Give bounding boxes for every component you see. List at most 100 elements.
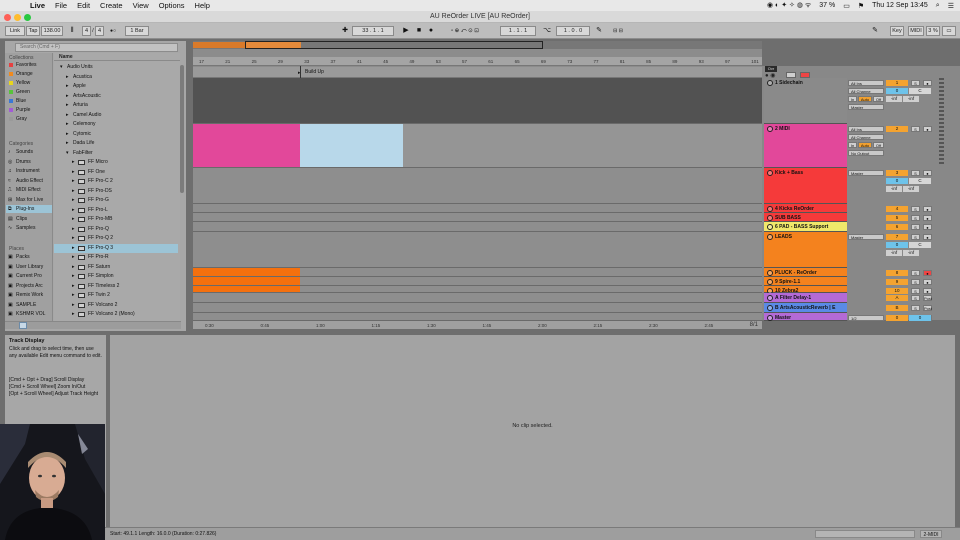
audio-to-menu[interactable]: Master	[848, 170, 884, 176]
browser-item[interactable]: ▸ FF Pro-Q 2	[54, 234, 178, 243]
browser-item[interactable]: ▸ FF Pro-MB	[54, 215, 178, 224]
browser-item[interactable]: ▸ FF One	[54, 168, 178, 177]
browser-item[interactable]: ▸ Dada Life	[54, 139, 178, 148]
key-map-button[interactable]: Key	[890, 26, 904, 36]
disclosure-closed-icon[interactable]: ▸	[66, 120, 69, 129]
browser-item[interactable]: ▸ ArtsAcoustic	[54, 92, 178, 101]
browser-item[interactable]: ▸ FF Pro-L	[54, 206, 178, 215]
track-fold-icon[interactable]	[767, 234, 773, 240]
track-fold-icon[interactable]	[767, 305, 773, 311]
menu-help[interactable]: Help	[195, 1, 210, 10]
input-channel-menu[interactable]: All Channe	[848, 88, 884, 94]
category-plug-ins[interactable]: ⧉ Plug-Ins	[6, 205, 52, 213]
disclosure-closed-icon[interactable]: ▸	[72, 282, 75, 291]
browser-item[interactable]: ▸ Camel Audio	[54, 111, 178, 120]
track-activator[interactable]: A	[886, 295, 908, 301]
menu-live[interactable]: Live	[30, 1, 45, 10]
track-name[interactable]: SUB BASS	[775, 215, 801, 221]
track-lane[interactable]	[193, 293, 762, 303]
flag-icon[interactable]: ⚑	[858, 2, 864, 10]
track-fold-icon[interactable]	[767, 126, 773, 132]
track-header[interactable]: Kick + Bass	[764, 168, 847, 204]
clip[interactable]	[193, 277, 300, 285]
category-samples[interactable]: ∿ Samples	[6, 224, 52, 232]
browser-search-input[interactable]: Search (Cmd + F)	[15, 43, 178, 52]
track-header[interactable]: 1 Sidechain	[764, 78, 847, 124]
disclosure-closed-icon[interactable]: ▸	[66, 82, 69, 91]
track-fold-icon[interactable]	[767, 170, 773, 176]
browser-name-column-header[interactable]: Name	[54, 53, 180, 61]
place-projects-arc[interactable]: ▣ Projects Arc	[6, 282, 52, 290]
track-name[interactable]: Master	[775, 315, 791, 321]
track-lane[interactable]	[193, 124, 762, 168]
track-header[interactable]: Master	[764, 313, 847, 321]
arm-button[interactable]: ●	[923, 224, 932, 230]
disclosure-closed-icon[interactable]: ▸	[72, 206, 75, 215]
time-signature-numerator[interactable]: 4	[82, 26, 91, 36]
menu-create[interactable]: Create	[100, 1, 123, 10]
locator-build-up[interactable]: Build Up	[305, 69, 324, 75]
menu-edit[interactable]: Edit	[77, 1, 90, 10]
disclosure-closed-icon[interactable]: ▸	[72, 177, 75, 186]
monitor-off-button[interactable]: Off	[873, 142, 884, 148]
browser-item[interactable]: ▸ FF Twin 2	[54, 291, 178, 300]
audio-to-menu[interactable]: No Output	[848, 150, 884, 156]
track-lane[interactable]	[193, 277, 762, 286]
disclosure-closed-icon[interactable]: ▸	[72, 263, 75, 272]
solo-button[interactable]: S	[911, 170, 920, 176]
menu-view[interactable]: View	[133, 1, 149, 10]
audio-from-menu[interactable]: All Ins	[848, 126, 884, 132]
track-scrollbar[interactable]	[939, 78, 944, 166]
arm-button[interactable]: Post	[923, 305, 932, 311]
arm-button[interactable]: Post	[923, 295, 932, 301]
place-current-pro[interactable]: ▣ Current Pro	[6, 272, 52, 280]
disclosure-closed-icon[interactable]: ▸	[72, 234, 75, 243]
send-b-field[interactable]: -inf	[903, 250, 919, 256]
solo-button[interactable]: S	[911, 279, 920, 285]
collection-item-blue[interactable]: Blue	[6, 97, 52, 105]
arm-button[interactable]: ●	[923, 215, 932, 221]
loop-length-field[interactable]: 1 . 0 . 0	[556, 26, 590, 36]
tempo-field[interactable]: 138.00	[41, 26, 63, 36]
detail-view[interactable]: No clip selected.	[110, 335, 955, 528]
link-button[interactable]: Link	[5, 26, 25, 36]
audio-from-menu[interactable]: All Ins	[848, 80, 884, 86]
tempo-nudge-icon[interactable]: ⦀	[66, 26, 78, 36]
disclosure-open-icon[interactable]: ▾	[66, 149, 69, 158]
category-max-for-live[interactable]: ⊞ Max for Live	[6, 196, 52, 204]
send-b-field[interactable]: -inf	[903, 186, 919, 192]
clip[interactable]	[193, 78, 762, 123]
send-a-field[interactable]: -inf	[886, 96, 902, 102]
metronome-icon[interactable]: ●○	[106, 26, 120, 36]
track-name[interactable]: B ArtsAcousticReverb | E	[775, 305, 835, 311]
track-name[interactable]: PLUCK - ReOrder	[775, 270, 817, 276]
track-activator[interactable]: B	[886, 305, 908, 311]
disclosure-closed-icon[interactable]: ▸	[72, 272, 75, 281]
search-icon[interactable]: ⌕	[936, 2, 940, 10]
collection-item-yellow[interactable]: Yellow	[6, 79, 52, 87]
disclosure-closed-icon[interactable]: ▸	[72, 215, 75, 224]
collection-item-favorites[interactable]: Favorites	[6, 61, 52, 69]
place-kshmr-vol[interactable]: ▣ KSHMR VOL	[6, 310, 52, 318]
track-fold-icon[interactable]	[767, 270, 773, 276]
track-lane[interactable]	[193, 268, 762, 277]
disclosure-open-icon[interactable]: ▾	[60, 63, 63, 72]
monitor-auto-button[interactable]: Auto	[858, 142, 872, 148]
arm-button[interactable]: ●	[923, 270, 932, 276]
disclosure-closed-icon[interactable]: ▸	[66, 111, 69, 120]
volume-field[interactable]: 0	[886, 242, 908, 248]
browser-item[interactable]: ▸ FF Pro-Q 3	[54, 243, 178, 253]
solo-button[interactable]: S	[911, 215, 920, 221]
pan-field[interactable]: C	[909, 242, 931, 248]
category-clips[interactable]: ▤ Clips	[6, 215, 52, 223]
solo-button[interactable]: S	[911, 295, 920, 301]
category-drums[interactable]: ◎ Drums	[6, 158, 52, 166]
overview-visible-region[interactable]	[245, 41, 543, 49]
arm-button[interactable]: ●	[923, 126, 932, 132]
browser-item[interactable]: ▸ Arturia	[54, 101, 178, 110]
disclosure-closed-icon[interactable]: ▸	[66, 139, 69, 148]
beat-time-ruler[interactable]: 17 21 25 29 33 37 41 45 49 53 57 61 65 69 73 77 81 85 89 93…	[193, 57, 762, 66]
track-header[interactable]: 4 Kicks ReOrder	[764, 204, 847, 213]
play-button[interactable]: ▶	[400, 26, 412, 36]
arm-button[interactable]: ●	[923, 80, 932, 86]
